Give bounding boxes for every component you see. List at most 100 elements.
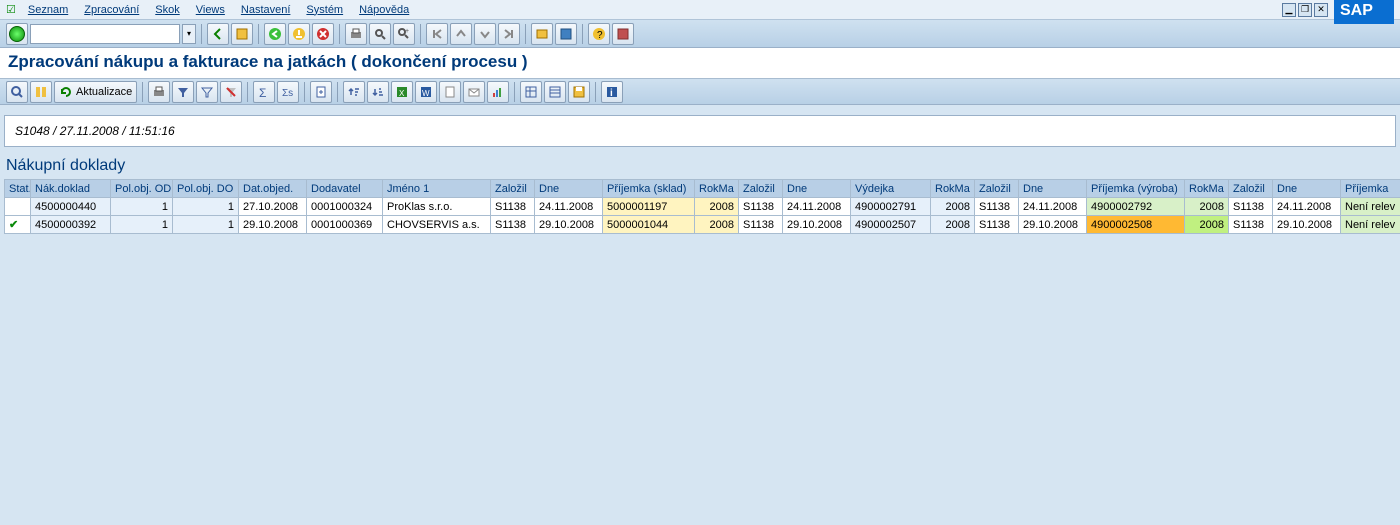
- mail-button[interactable]: [463, 81, 485, 103]
- layout-button[interactable]: [30, 81, 52, 103]
- col-rokma-3[interactable]: RokMa: [1185, 180, 1229, 198]
- cell-zalozil-2: S1138: [739, 198, 783, 216]
- table-row[interactable]: 45000004401127.10.20080001000324ProKlas …: [5, 198, 1400, 216]
- exit-yellow-button[interactable]: [288, 23, 310, 45]
- col-jmeno[interactable]: Jméno 1: [383, 180, 491, 198]
- cell-nak-doklad: 4500000440: [31, 198, 111, 216]
- print-button[interactable]: [345, 23, 367, 45]
- menu-views[interactable]: Views: [188, 2, 233, 18]
- info-button[interactable]: i: [601, 81, 623, 103]
- col-prijemka-2[interactable]: Příjemka: [1341, 180, 1400, 198]
- col-prijemka-sklad[interactable]: Příjemka (sklad): [603, 180, 695, 198]
- local-file-button[interactable]: [439, 81, 461, 103]
- col-dne-1[interactable]: Dne: [535, 180, 603, 198]
- print-preview-button[interactable]: [148, 81, 170, 103]
- col-dne-3[interactable]: Dne: [1019, 180, 1087, 198]
- col-dne-2[interactable]: Dne: [783, 180, 851, 198]
- refresh-icon: [59, 85, 73, 99]
- col-pol-do[interactable]: Pol.obj. DO: [173, 180, 239, 198]
- filter-button[interactable]: [172, 81, 194, 103]
- col-prijemka-vyroba[interactable]: Příjemka (výroba): [1087, 180, 1185, 198]
- change-layout-button[interactable]: [520, 81, 542, 103]
- menu-zpracovani[interactable]: Zpracování: [76, 2, 147, 18]
- cell-prijemka-sklad: 5000001197: [603, 198, 695, 216]
- content-area: S1048 / 27.11.2008 / 11:51:16 Nákupní do…: [0, 105, 1400, 238]
- refresh-label: Aktualizace: [76, 86, 132, 98]
- enter-button[interactable]: [6, 23, 28, 45]
- cell-dne-4: 29.10.2008: [1273, 216, 1341, 234]
- select-layout-button[interactable]: [544, 81, 566, 103]
- set-filter-button[interactable]: [196, 81, 218, 103]
- separator: [247, 82, 248, 102]
- col-vydejka[interactable]: Výdejka: [851, 180, 931, 198]
- window-close-icon[interactable]: ✕: [1314, 3, 1328, 17]
- find-next-button[interactable]: +: [393, 23, 415, 45]
- cell-pol-od: 1: [111, 216, 173, 234]
- separator: [420, 24, 421, 44]
- col-dat-objed[interactable]: Dat.objed.: [239, 180, 307, 198]
- refresh-button[interactable]: Aktualizace: [54, 81, 137, 103]
- cell-dat-objed: 29.10.2008: [239, 216, 307, 234]
- excel-button[interactable]: X: [391, 81, 413, 103]
- col-zalozil-4[interactable]: Založil: [1229, 180, 1273, 198]
- col-dodavatel[interactable]: Dodavatel: [307, 180, 383, 198]
- subtotal-button[interactable]: Σs: [277, 81, 299, 103]
- graphic-button[interactable]: [487, 81, 509, 103]
- delete-filter-button[interactable]: [220, 81, 242, 103]
- back-green-button[interactable]: [264, 23, 286, 45]
- col-nak-doklad[interactable]: Nák.doklad: [31, 180, 111, 198]
- menu-nastaveni[interactable]: Nastavení: [233, 2, 299, 18]
- cell-pol-do: 1: [173, 198, 239, 216]
- sort-desc-button[interactable]: [367, 81, 389, 103]
- save-button[interactable]: [231, 23, 253, 45]
- separator: [201, 24, 202, 44]
- table-row[interactable]: ✔45000003921129.10.20080001000369CHOVSER…: [5, 216, 1400, 234]
- checkmark-icon: [9, 26, 25, 42]
- col-rokma-2[interactable]: RokMa: [931, 180, 975, 198]
- col-rokma-1[interactable]: RokMa: [695, 180, 739, 198]
- window-restore-icon[interactable]: ❐: [1298, 3, 1312, 17]
- col-zalozil-1[interactable]: Založil: [491, 180, 535, 198]
- menu-napoveda[interactable]: Nápověda: [351, 2, 417, 18]
- command-history-dropdown[interactable]: ▾: [182, 24, 196, 44]
- back-button[interactable]: [207, 23, 229, 45]
- svg-text:?: ?: [597, 30, 603, 41]
- col-pol-od[interactable]: Pol.obj. OD: [111, 180, 173, 198]
- export-button[interactable]: [310, 81, 332, 103]
- sort-asc-button[interactable]: [343, 81, 365, 103]
- page-down-button[interactable]: [474, 23, 496, 45]
- cell-prijemka-vyroba: 4900002508: [1087, 216, 1185, 234]
- sum-button[interactable]: Σ: [253, 81, 275, 103]
- cell-zalozil-1: S1138: [491, 216, 535, 234]
- menu-system[interactable]: Systém: [298, 2, 351, 18]
- col-zalozil-3[interactable]: Založil: [975, 180, 1019, 198]
- customize-button[interactable]: [612, 23, 634, 45]
- cell-rokma-1: 2008: [695, 216, 739, 234]
- svg-text:+: +: [405, 28, 409, 35]
- word-button[interactable]: W: [415, 81, 437, 103]
- window-minimize-icon[interactable]: ▁: [1282, 3, 1296, 17]
- page-up-button[interactable]: [450, 23, 472, 45]
- separator: [337, 82, 338, 102]
- create-shortcut-button[interactable]: [555, 23, 577, 45]
- col-dne-4[interactable]: Dne: [1273, 180, 1341, 198]
- menu-indicator-icon: ☑: [6, 3, 16, 16]
- cell-prijemka-2: Není relev: [1341, 198, 1400, 216]
- new-session-button[interactable]: [531, 23, 553, 45]
- cell-pol-od: 1: [111, 198, 173, 216]
- cell-dne-3: 29.10.2008: [1019, 216, 1087, 234]
- detail-view-button[interactable]: [6, 81, 28, 103]
- cell-nak-doklad: 4500000392: [31, 216, 111, 234]
- save-layout-button[interactable]: [568, 81, 590, 103]
- menu-skok[interactable]: Skok: [147, 2, 187, 18]
- last-page-button[interactable]: [498, 23, 520, 45]
- separator: [142, 82, 143, 102]
- col-status[interactable]: Stat.: [5, 180, 31, 198]
- find-button[interactable]: [369, 23, 391, 45]
- col-zalozil-2[interactable]: Založil: [739, 180, 783, 198]
- menu-seznam[interactable]: Seznam: [20, 2, 76, 18]
- help-button[interactable]: ?: [588, 23, 610, 45]
- cancel-red-button[interactable]: [312, 23, 334, 45]
- first-page-button[interactable]: [426, 23, 448, 45]
- command-field[interactable]: [30, 24, 180, 44]
